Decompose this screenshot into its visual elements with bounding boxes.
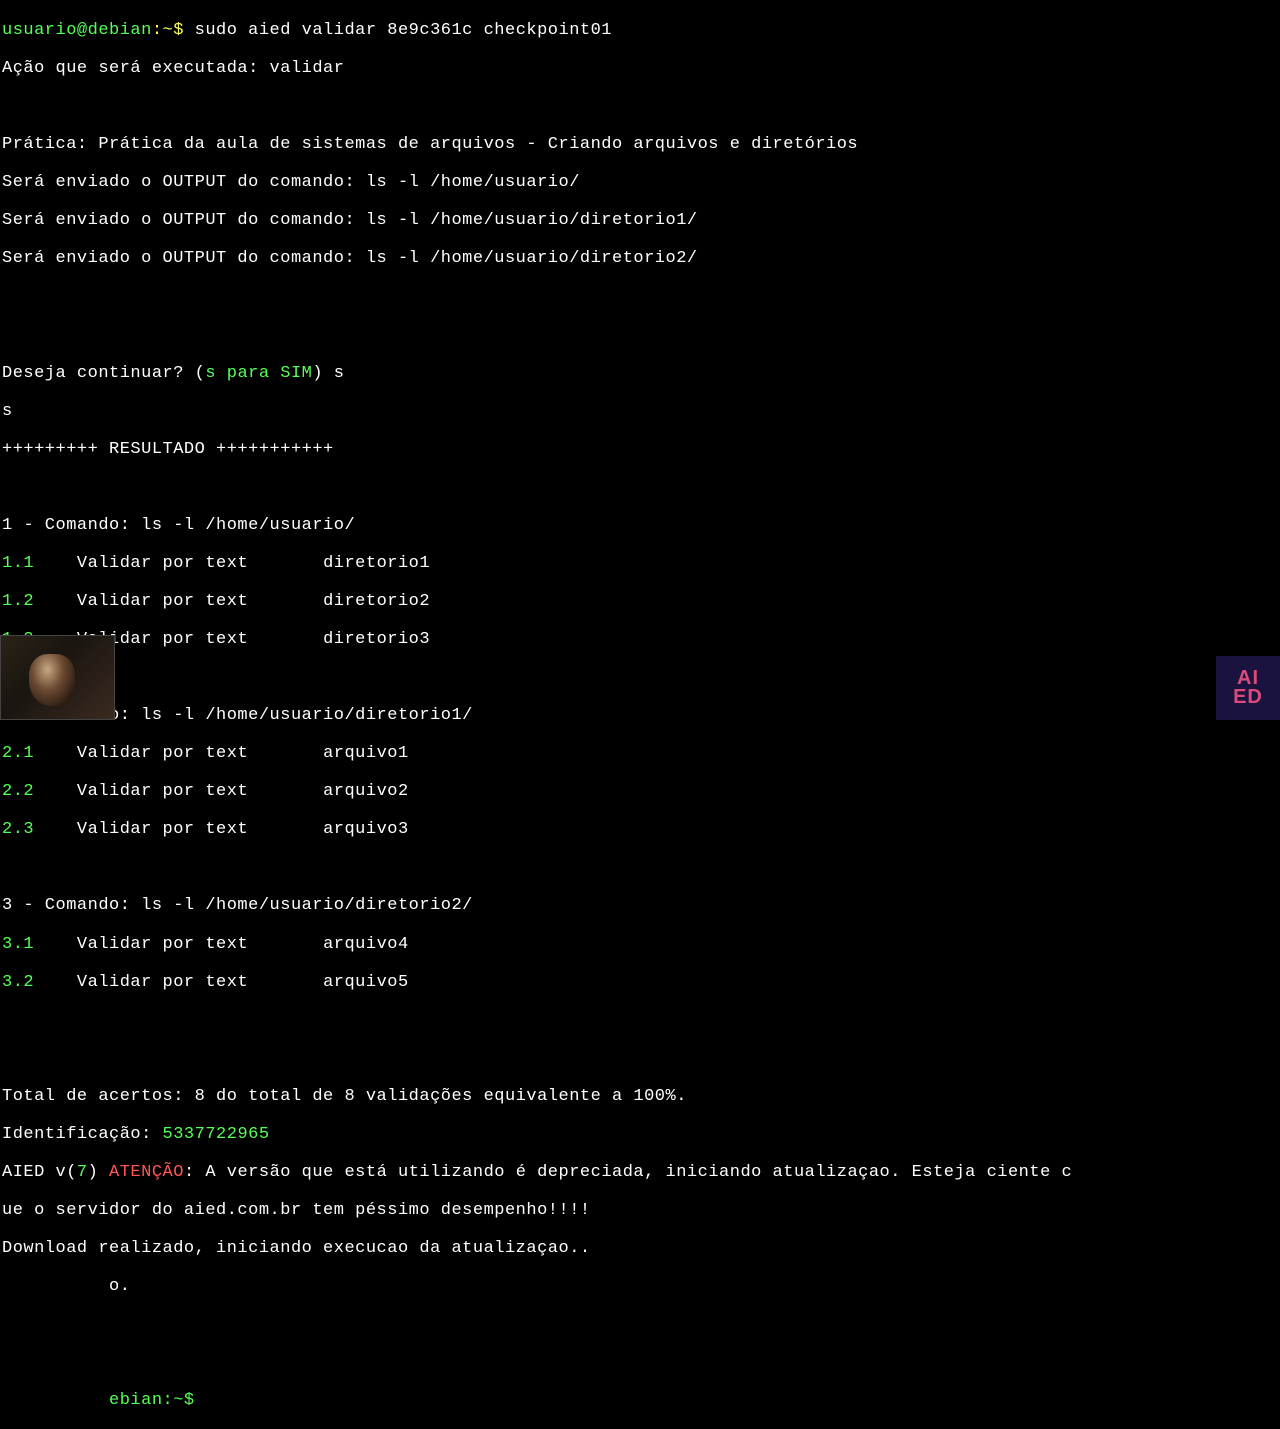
item-val: arquivo3: [323, 820, 409, 839]
item-num: 2.1: [2, 744, 34, 763]
section-header: 3 - Comando: ls -l /home/usuario/diretor…: [2, 896, 1280, 915]
item-val: arquivo2: [323, 782, 409, 801]
item-mid: Validar por text: [34, 973, 323, 992]
pratica-line: Prática: Prática da aula de sistemas de …: [2, 135, 1280, 154]
output-cmd-line: Será enviado o OUTPUT do comando: ls -l …: [2, 249, 1280, 268]
section-header: 2 - Comando: ls -l /home/usuario/diretor…: [2, 706, 1280, 725]
item-num: 3.1: [2, 935, 34, 954]
item-val: diretorio2: [323, 592, 430, 611]
item-num: 3.2: [2, 973, 34, 992]
prompt-cwd: :~$: [152, 21, 184, 40]
terminal-output[interactable]: usuario@debian:~$ sudo aied validar 8e9c…: [0, 0, 1280, 1429]
continue-question: Deseja continuar? (: [2, 364, 205, 383]
prompt2-partial: ebian:~$: [2, 1391, 195, 1410]
aied-msg-cont: ue o servidor do aied.com.br tem péssimo…: [2, 1201, 1280, 1220]
action-line: Ação que será executada: validar: [2, 59, 1280, 78]
item-mid: Validar por text: [34, 782, 323, 801]
aied-msg: : A versão que está utilizando é depreci…: [184, 1163, 1072, 1182]
ident-label: Identificação:: [2, 1125, 163, 1144]
aied-version: 7: [77, 1163, 88, 1182]
item-val: arquivo1: [323, 744, 409, 763]
section-header: 1 - Comando: ls -l /home/usuario/: [2, 516, 1280, 535]
aied-logo: AI ED: [1216, 656, 1280, 720]
output-cmd-line: Será enviado o OUTPUT do comando: ls -l …: [2, 211, 1280, 230]
item-num: 2.2: [2, 782, 34, 801]
aied-paren: ): [88, 1163, 109, 1182]
prompt-user-host: usuario@debian: [2, 21, 152, 40]
item-val: arquivo4: [323, 935, 409, 954]
logo-line2: ED: [1233, 688, 1263, 707]
item-val: diretorio1: [323, 554, 430, 573]
continue-hint: s para SIM: [205, 364, 312, 383]
item-mid: Validar por text: [34, 744, 323, 763]
user-input: s: [2, 402, 1280, 421]
item-num: 2.3: [2, 820, 34, 839]
command-text: sudo aied validar 8e9c361c checkpoint01: [184, 21, 612, 40]
item-mid: Validar por text: [34, 554, 323, 573]
item-mid: Validar por text: [34, 935, 323, 954]
output-cmd-line: Será enviado o OUTPUT do comando: ls -l …: [2, 173, 1280, 192]
aied-warning: ATENÇÃO: [109, 1163, 184, 1182]
item-num: 1.1: [2, 554, 34, 573]
item-val: arquivo5: [323, 973, 409, 992]
ident-value: 5337722965: [163, 1125, 270, 1144]
item-mid: Validar por text: [34, 820, 323, 839]
item-num: 1.2: [2, 592, 34, 611]
dot-line: o.: [2, 1277, 1280, 1296]
aied-prefix: AIED v(: [2, 1163, 77, 1182]
continue-end: ) s: [312, 364, 344, 383]
download-line: Download realizado, iniciando execucao d…: [2, 1239, 1280, 1258]
item-val: diretorio3: [323, 630, 430, 649]
item-mid: Validar por text: [34, 592, 323, 611]
result-header: +++++++++ RESULTADO +++++++++++: [2, 440, 1280, 459]
total-line: Total de acertos: 8 do total de 8 valida…: [2, 1087, 1280, 1106]
webcam-overlay: [0, 635, 115, 720]
